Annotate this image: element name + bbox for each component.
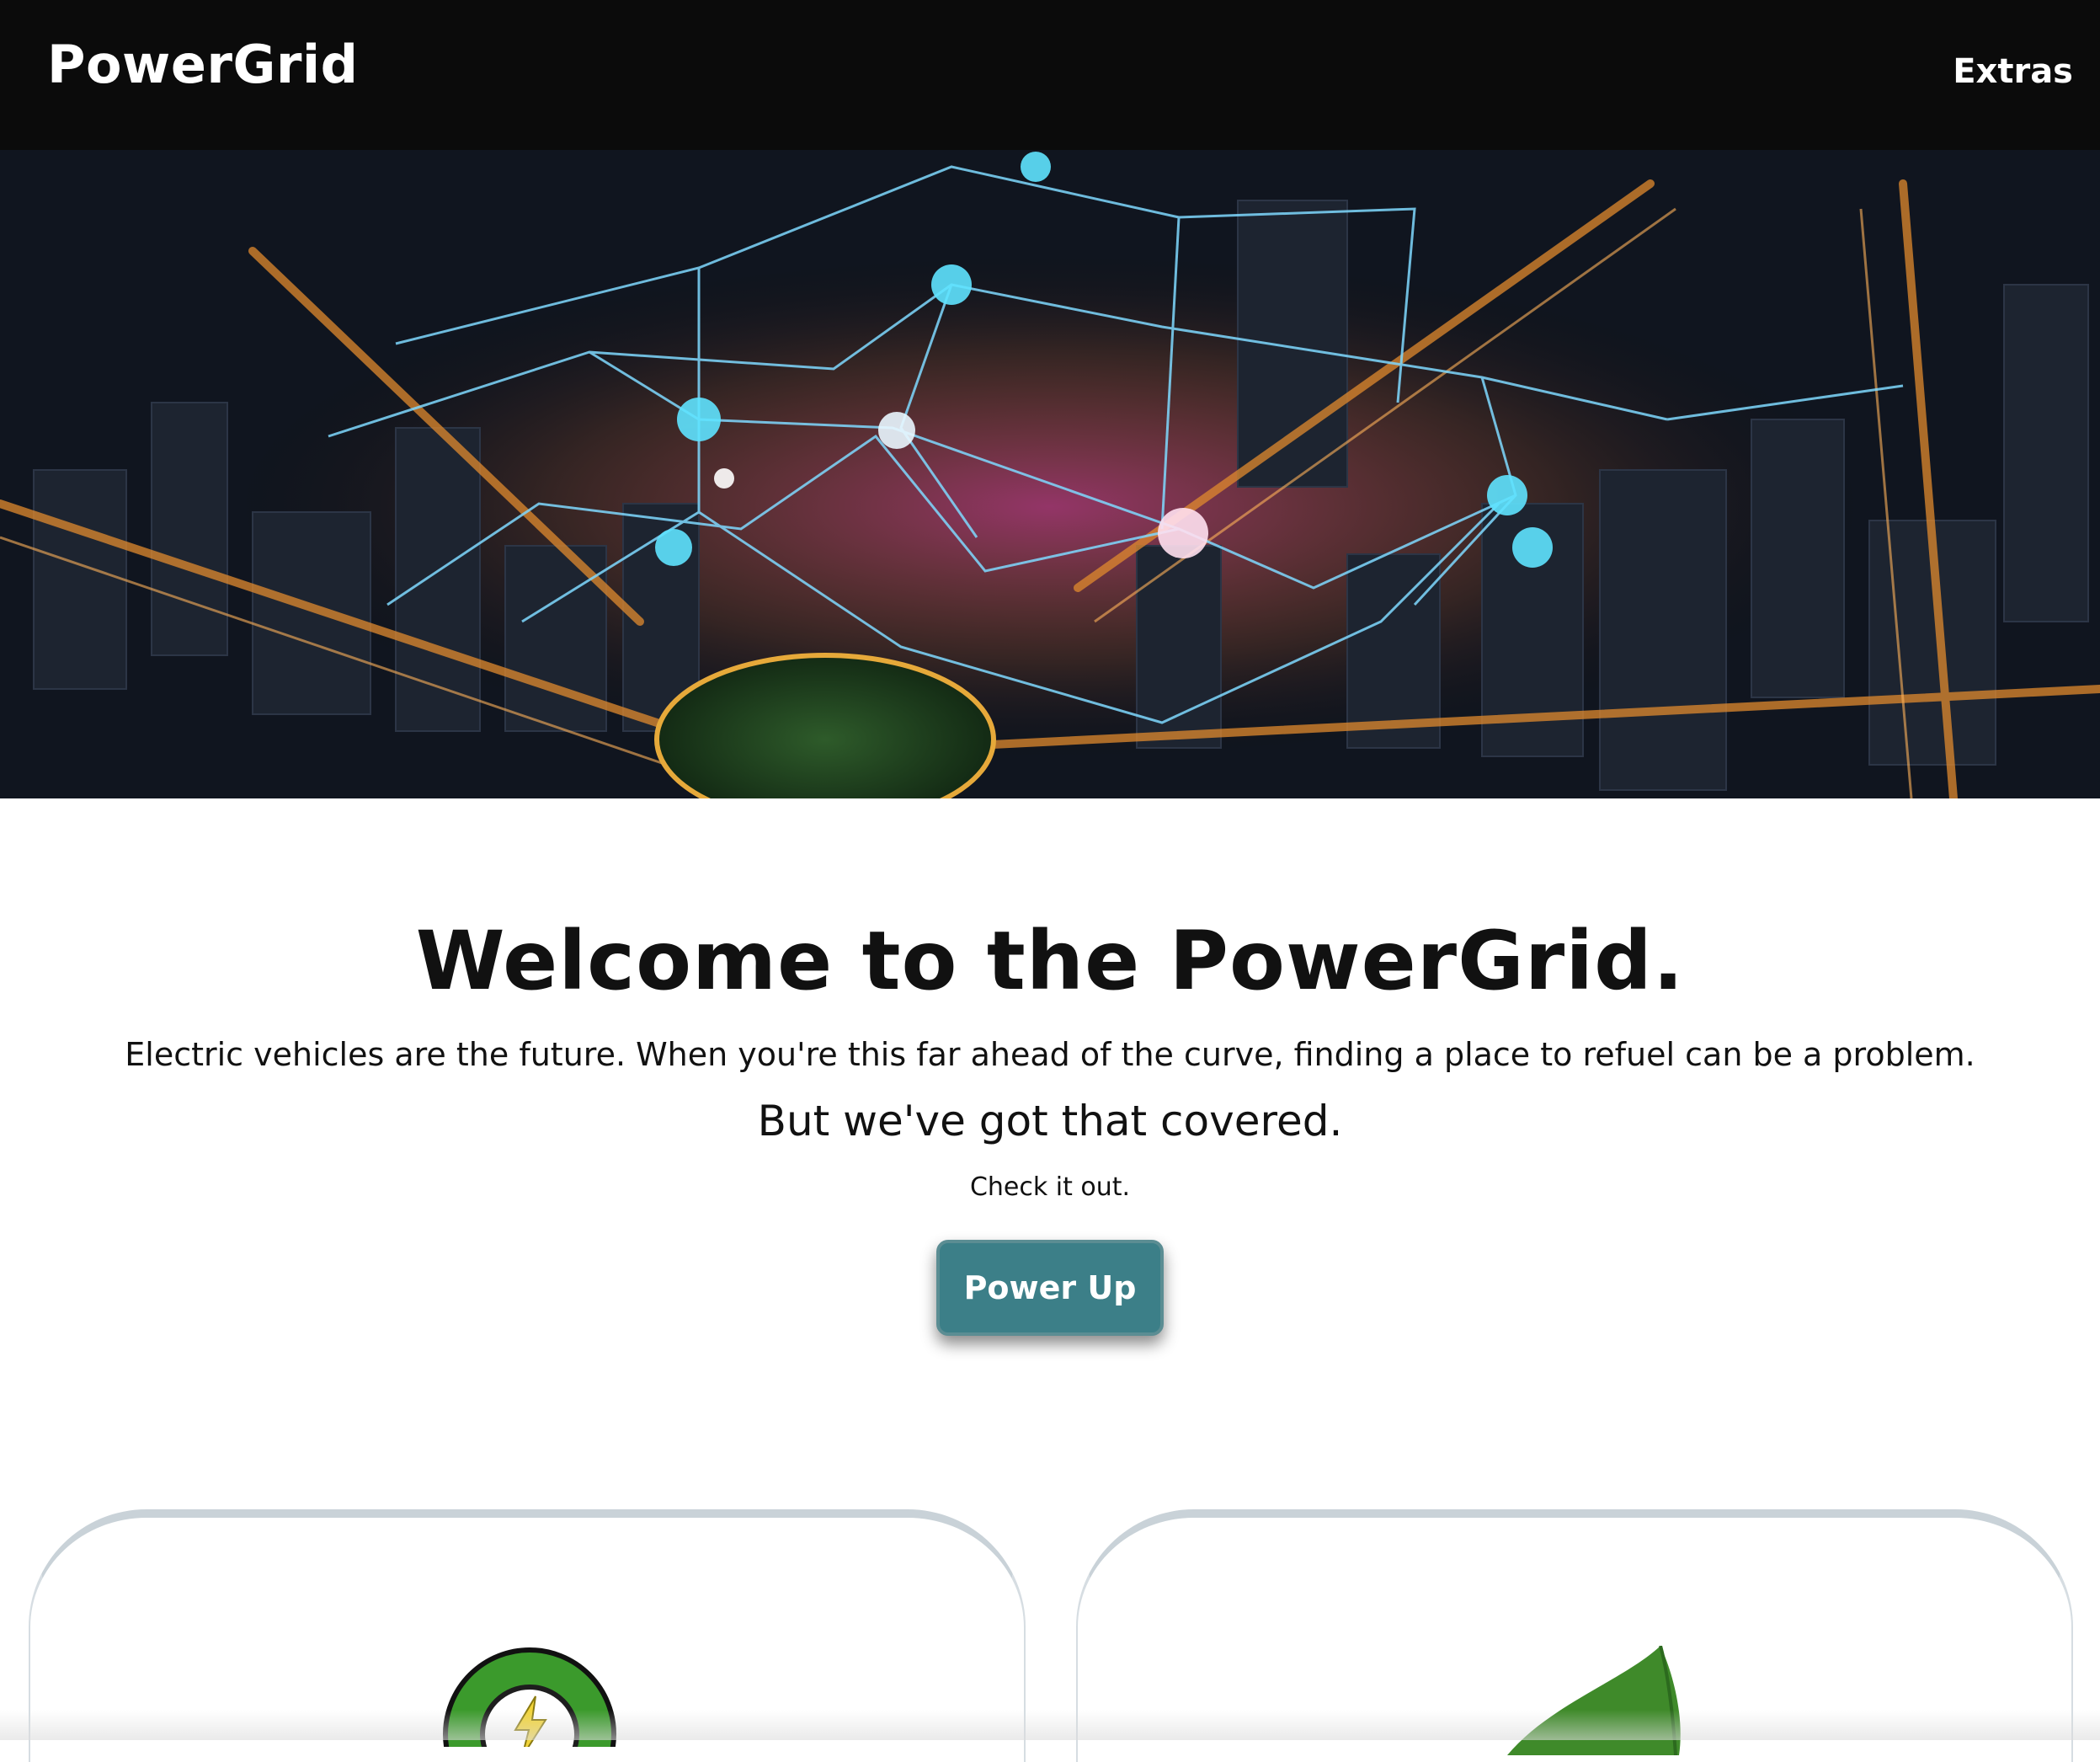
intro-check-text: Check it out.: [969, 1172, 1131, 1202]
navbar: PowerGrid Extras: [0, 0, 2100, 150]
leaf-icon: [1499, 1645, 1701, 1759]
power-up-button[interactable]: Power Up: [936, 1240, 1164, 1336]
hero-city-network-illustration: [0, 150, 2100, 798]
bottom-fade: [0, 1710, 2100, 1740]
hero-image: [0, 150, 2100, 798]
brand-logo[interactable]: PowerGrid: [47, 34, 359, 95]
nav-extras-link[interactable]: Extras: [1953, 52, 2073, 91]
page-title: Welcome to the PowerGrid.: [415, 914, 1685, 1008]
intro-covered-text: But we've got that covered.: [757, 1097, 1343, 1145]
intro-lead-text: Electric vehicles are the future. When y…: [125, 1036, 1975, 1073]
